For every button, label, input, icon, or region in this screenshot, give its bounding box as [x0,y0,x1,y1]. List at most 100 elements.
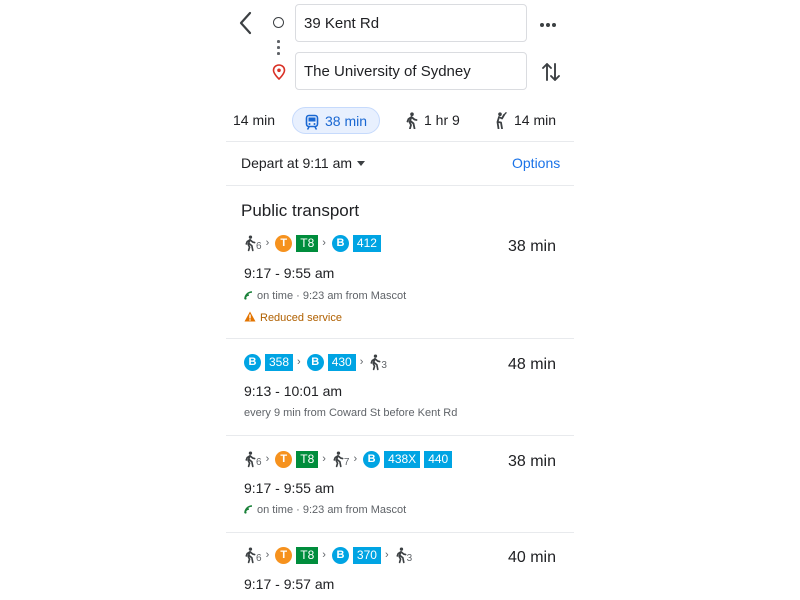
route-time: 9:13 - 10:01 am [244,383,343,399]
route-option-1[interactable]: 6 › T T8 › B 412 38 min 9:17 - 9:55 am o… [226,226,574,338]
walk-minutes: 6 [256,241,262,252]
route-info: on time · 9:23 am from Mascot [244,290,406,302]
route-duration: 38 min [507,238,556,255]
chevron-right-icon: › [297,356,301,368]
walk-step: 6 [244,546,262,564]
divider [226,532,574,533]
route-info: on time · 9:23 am from Mascot [244,504,406,516]
chevron-right-icon: › [359,356,364,368]
walk-icon [406,112,418,130]
directions-panel: 39 Kent Rd The University of Sydney 14 m… [226,0,574,600]
depart-label: Depart at 9:11 am [241,155,353,171]
route-time: 9:17 - 9:57 am [244,576,335,592]
bus-icon: B [331,546,349,564]
depart-time-selector[interactable]: Depart at 9:11 am [241,155,366,171]
swap-vertical-icon [542,63,560,81]
train-icon: T [275,450,293,468]
mode-walk-label: 1 hr 9 [424,112,460,128]
chevron-right-icon: › [322,549,326,561]
warning-icon [244,311,256,322]
walk-minutes: 7 [343,457,350,468]
more-options-button[interactable] [540,14,562,32]
mode-drive-label: 14 min [233,112,276,128]
route-duration: 38 min [507,453,556,470]
route-steps: 6 › T T8 › B 370 › 3 [244,546,412,564]
divider [226,185,574,186]
mode-ride-label: 14 min [514,112,557,128]
options-link[interactable]: Options [512,155,560,171]
chevron-right-icon: › [322,453,326,465]
divider [226,338,574,339]
section-title: Public transport [241,201,360,220]
walk-step: 6 [244,234,262,252]
ride-icon [496,112,507,130]
route-info: every 9 min from Coward St before Kent R… [244,407,458,419]
swap-button[interactable] [541,60,561,89]
mode-drive[interactable]: 14 min [233,107,275,134]
caret-down-icon [357,161,366,166]
realtime-icon [244,505,253,514]
bus-icon: B [363,450,381,468]
bus-icon: B [331,234,349,252]
walk-step: 3 [369,353,387,371]
realtime-icon [244,291,253,300]
destination-pin-icon [272,64,286,85]
line-badge: 358 [265,353,294,371]
walk-icon [245,451,256,468]
route-steps: B 358 › B 430 › 3 [244,353,387,371]
origin-field[interactable]: 39 Kent Rd [295,4,527,42]
route-info-text: on time · 9:23 am from Mascot [257,504,407,516]
train-icon: T [275,234,293,252]
mode-walk[interactable]: 1 hr 9 [405,107,460,134]
back-button[interactable] [234,9,258,37]
divider [226,141,574,142]
walk-icon [245,235,256,252]
bus-icon: B [306,353,324,371]
route-warning: Reduced service [244,311,342,324]
mode-ride[interactable]: 14 min [493,107,556,134]
route-warning-text: Reduced service [260,312,342,324]
walk-minutes: 3 [406,553,413,564]
route-option-3[interactable]: 6 › T T8 › 7 › B 438X 440 38 min 9:17 - … [226,442,574,532]
route-duration: 48 min [507,356,556,373]
walk-step: 7 [332,450,350,468]
line-badge: T8 [296,450,319,468]
more-horizontal-icon [540,14,562,32]
route-option-4[interactable]: 6 › T T8 › B 370 › 3 40 min 9:17 - 9:57 … [226,538,574,600]
walk-icon [396,547,407,564]
line-badge: 430 [327,353,356,371]
walk-icon [370,354,381,371]
walk-step: 6 [244,450,262,468]
line-badge: 440 [424,450,453,468]
line-badge: 370 [352,546,381,564]
mode-transit-label: 38 min [325,113,368,129]
route-steps: 6 › T T8 › B 412 [244,234,381,252]
line-badge: T8 [296,234,319,252]
route-option-2[interactable]: B 358 › B 430 › 3 48 min 9:13 - 10:01 am… [226,345,574,435]
walk-minutes: 3 [381,360,387,371]
route-duration: 40 min [507,549,556,566]
walk-minutes: 6 [256,457,262,468]
mode-transit[interactable]: 38 min [292,107,381,134]
route-dots-icon [277,40,280,58]
destination-field[interactable]: The University of Sydney [295,52,527,90]
chevron-right-icon: › [265,237,270,249]
chevron-right-icon: › [265,453,270,465]
walk-icon [333,451,344,468]
route-info-text: on time · 9:23 am from Mascot [257,290,407,302]
chevron-right-icon: › [322,237,326,249]
line-badge: 412 [352,234,381,252]
route-time: 9:17 - 9:55 am [244,265,335,281]
divider [226,435,574,436]
chevron-left-icon [239,11,252,35]
line-badge: 438X [384,450,421,468]
walk-icon [245,547,256,564]
walk-minutes: 6 [256,553,262,564]
line-badge: T8 [296,546,319,564]
train-icon: T [275,546,293,564]
chevron-right-icon: › [265,549,270,561]
bus-icon: B [244,353,261,371]
chevron-right-icon: › [353,453,358,465]
transit-icon [305,114,319,130]
chevron-right-icon: › [384,549,389,561]
